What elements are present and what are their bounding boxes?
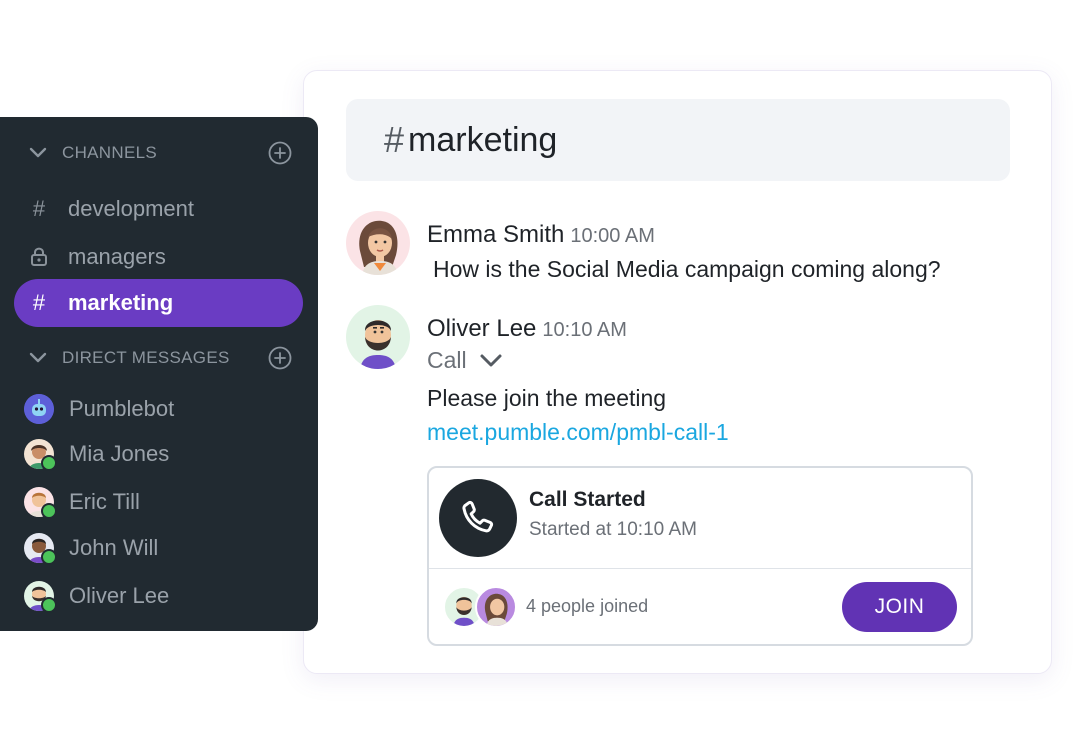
avatar[interactable] (346, 305, 410, 369)
joined-count: 4 people joined (526, 596, 649, 616)
dm-item-john-will[interactable]: John Will (24, 532, 159, 565)
channel-item-managers[interactable]: managers (24, 243, 166, 271)
direct-messages-header[interactable]: DIRECT MESSAGES (28, 346, 298, 370)
phone-icon (439, 479, 517, 557)
hash-icon: # (32, 196, 46, 221)
channels-label: CHANNELS (62, 143, 157, 162)
hash-icon: # (384, 119, 405, 160)
avatar (24, 581, 57, 613)
avatar[interactable] (346, 211, 410, 275)
dm-label: Pumblebot (69, 396, 175, 421)
meeting-link[interactable]: meet.pumble.com/pmbl-call-1 (427, 419, 729, 446)
call-card: Call Started Started at 10:10 AM 4 peopl… (427, 466, 973, 646)
lock-icon (24, 247, 54, 267)
dm-item-oliver-lee[interactable]: Oliver Lee (24, 580, 170, 613)
dm-label: Eric Till (69, 489, 140, 514)
channel-label: development (68, 196, 194, 221)
call-title: Call Started (529, 488, 646, 511)
call-subtitle: Started at 10:10 AM (529, 519, 697, 540)
message-text: Please join the meeting (427, 385, 667, 411)
call-toggle[interactable]: Call (427, 347, 503, 374)
online-status-icon (41, 455, 57, 471)
avatar (24, 533, 57, 565)
add-dm-icon[interactable] (268, 346, 292, 370)
message-author: Oliver Lee 10:10 AM (427, 315, 627, 343)
dm-item-pumblebot[interactable]: Pumblebot (24, 393, 174, 425)
channel-item-development[interactable]: # development (24, 195, 194, 223)
online-status-icon (41, 597, 57, 613)
participants-avatars (443, 586, 523, 628)
online-status-icon (41, 503, 57, 519)
divider (429, 568, 971, 569)
avatar (475, 586, 517, 628)
chevron-down-icon (480, 354, 502, 366)
channel-item-marketing[interactable]: # marketing (14, 279, 303, 327)
online-status-icon (41, 549, 57, 565)
author-name[interactable]: Emma Smith (427, 221, 564, 248)
channels-header[interactable]: CHANNELS (28, 141, 298, 165)
message-author: Emma Smith 10:00 AM (427, 221, 655, 249)
add-channel-icon[interactable] (268, 141, 292, 165)
channel-title: marketing (408, 120, 558, 159)
channel-label: marketing (68, 290, 174, 315)
chat-window: # marketing Emma Smith 10:00 AM How is th… (303, 70, 1052, 674)
dm-label: John Will (69, 535, 159, 560)
chevron-down-icon (29, 352, 47, 363)
avatar (24, 439, 57, 471)
message-time: 10:00 AM (570, 225, 655, 247)
dm-item-mia-jones[interactable]: Mia Jones (24, 438, 170, 471)
dm-label: Oliver Lee (69, 583, 170, 608)
sidebar: CHANNELS # development managers # market… (0, 117, 318, 631)
channel-header: # marketing (346, 99, 1010, 181)
message-text: How is the Social Media campaign coming … (433, 256, 941, 282)
avatar (24, 487, 57, 519)
hash-icon: # (32, 290, 46, 315)
author-name[interactable]: Oliver Lee (427, 315, 536, 342)
direct-messages-label: DIRECT MESSAGES (62, 348, 230, 367)
call-toggle-label: Call (427, 347, 467, 373)
dm-item-eric-till[interactable]: Eric Till (24, 486, 140, 519)
join-button[interactable]: JOIN (842, 582, 957, 632)
chevron-down-icon (29, 147, 47, 158)
dm-label: Mia Jones (69, 441, 170, 466)
avatar (24, 394, 54, 424)
message-time: 10:10 AM (542, 319, 627, 341)
channel-label: managers (68, 244, 166, 269)
